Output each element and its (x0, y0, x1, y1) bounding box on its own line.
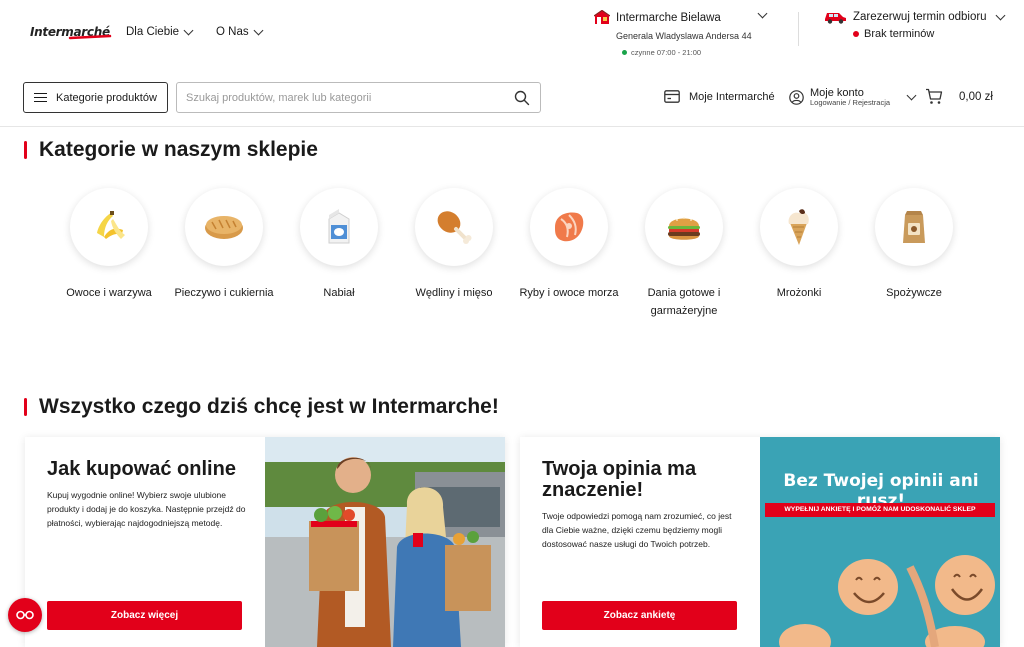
category-circle (875, 188, 953, 266)
category-circle (70, 188, 148, 266)
bread-icon (205, 216, 243, 239)
account-sub: Logowanie / Rejestracja (810, 98, 891, 107)
category-label: Owoce i warzywa (66, 287, 152, 299)
nav-label: Dla Ciebie (126, 26, 180, 38)
smiley-faces-illustration (779, 555, 995, 647)
moje-label: Moje Intermarché (689, 90, 775, 103)
promo-card-online: Jak kupować online Kupuj wygodnie online… (25, 437, 505, 647)
store-selector[interactable]: Intermarche Bielawa Generala Wladyslawa … (594, 8, 774, 57)
drumstick-icon (437, 211, 472, 244)
chevron-down-icon (995, 10, 1006, 20)
category-label: Ryby i owoce morza (519, 287, 619, 299)
category-circle (300, 188, 378, 266)
milk-carton-icon (328, 209, 350, 244)
heading-accent (24, 398, 27, 416)
card-title: Twoja opinia ma znaczenie! (542, 458, 697, 501)
store-hours-text: czynne 07:00 - 21:00 (631, 48, 702, 57)
zobacz-wiecej-button[interactable]: Zobacz więcej (47, 601, 242, 630)
menu-icon (34, 92, 47, 103)
pickup-title: Zarezerwuj termin odbioru (853, 11, 987, 23)
category-pieczywo[interactable]: Pieczywo i cukiernia (166, 188, 282, 302)
search-input[interactable] (186, 83, 506, 112)
fish-steak-icon (555, 212, 584, 242)
category-nabial[interactable]: Nabiał (281, 188, 397, 302)
chevron-down-icon (906, 90, 917, 101)
open-status-dot (622, 50, 627, 55)
card-title: Jak kupować online (47, 458, 236, 480)
glasses-icon (16, 610, 34, 620)
categories-heading: Kategorie w naszym sklepie (24, 138, 318, 162)
user-icon (789, 90, 804, 105)
category-label: Spożywcze (886, 287, 942, 299)
category-label: Mrożonki (776, 287, 822, 299)
zobacz-ankiete-button[interactable]: Zobacz ankietę (542, 601, 737, 630)
category-mrozonki[interactable]: Mrożonki (741, 188, 857, 302)
pickup-reservation[interactable]: Zarezerwuj termin odbioru Brak terminów (824, 10, 1006, 40)
pickup-status-text: Brak terminów (864, 28, 935, 40)
store-icon (594, 10, 610, 24)
category-circle (645, 188, 723, 266)
category-label: Pieczywo i cukiernia (174, 287, 274, 299)
category-label: Dania gotowe i garmażeryjne (647, 287, 721, 317)
banana-icon (97, 211, 125, 239)
promo-card-survey: Twoja opinia ma znaczenie! Twoje odpowie… (520, 437, 1000, 647)
categories-button-label: Kategorie produktów (56, 91, 157, 104)
cart-icon (926, 88, 943, 104)
top-header: Intermarché Dla Ciebie O Nas Intermarche… (0, 0, 1024, 70)
search-box (176, 82, 541, 113)
intermarche-logo[interactable]: Intermarché (30, 22, 112, 44)
unavailable-dot (853, 31, 859, 37)
search-icon[interactable] (514, 90, 530, 106)
card-description: Kupuj wygodnie online! Wybierz swoje ulu… (47, 490, 246, 528)
promo-heading: Wszystko czego dziś chcę jest w Intermar… (24, 395, 499, 419)
category-circle (185, 188, 263, 266)
shoppers-illustration (265, 437, 505, 647)
store-hours: czynne 07:00 - 21:00 (622, 48, 774, 57)
chevron-down-icon (253, 25, 264, 35)
pickup-status: Brak terminów (853, 28, 1004, 40)
categories-title: Kategorie w naszym sklepie (39, 138, 318, 161)
cart-total: 0,00 zł (959, 90, 993, 103)
category-wedliny[interactable]: Wędliny i mięso (396, 188, 512, 302)
nav-o-nas[interactable]: O Nas (216, 25, 264, 38)
category-dania-gotowe[interactable]: Dania gotowe i garmażeryjne (626, 188, 742, 320)
category-list: Owoce i warzywa Pieczywo i cukiernia Nab… (51, 188, 971, 318)
grocery-bag-icon (903, 211, 925, 243)
categories-button[interactable]: Kategorie produktów (23, 82, 168, 113)
delivery-car-icon (825, 13, 846, 24)
ice-cream-icon (788, 209, 809, 245)
logo-swoosh (68, 34, 112, 40)
account-menu[interactable]: Moje konto Logowanie / Rejestracja (789, 88, 917, 107)
store-name: Intermarche Bielawa (616, 11, 721, 24)
category-ryby[interactable]: Ryby i owoce morza (511, 188, 627, 302)
nav-dla-ciebie[interactable]: Dla Ciebie (126, 25, 194, 38)
survey-banner: Bez Twojej opinii ani rusz! WYPEŁNIJ ANK… (760, 437, 1000, 647)
category-circle (530, 188, 608, 266)
category-label: Nabiał (323, 287, 355, 299)
chevron-down-icon (183, 25, 194, 35)
category-owoce[interactable]: Owoce i warzywa (51, 188, 167, 302)
category-spozywcze[interactable]: Spożywcze (856, 188, 972, 302)
loyalty-card-icon (664, 90, 680, 103)
header-divider (798, 12, 799, 46)
store-address: Generala Wladyslawa Andersa 44 (616, 31, 752, 41)
header-bottom-divider (0, 126, 1024, 127)
moje-intermarche-link[interactable]: Moje Intermarché (664, 90, 775, 103)
promo-title: Wszystko czego dziś chcę jest w Intermar… (39, 395, 499, 418)
accessibility-fab[interactable] (8, 598, 42, 632)
cart-button[interactable]: 0,00 zł (925, 88, 993, 105)
category-circle (415, 188, 493, 266)
burger-icon (668, 217, 700, 240)
card-description: Twoje odpowiedzi pomogą nam zrozumieć, c… (542, 511, 732, 549)
nav-label: O Nas (216, 26, 249, 38)
category-circle (760, 188, 838, 266)
heading-accent (24, 141, 27, 159)
category-label: Wędliny i mięso (415, 287, 493, 299)
shoppers-photo (265, 437, 505, 647)
